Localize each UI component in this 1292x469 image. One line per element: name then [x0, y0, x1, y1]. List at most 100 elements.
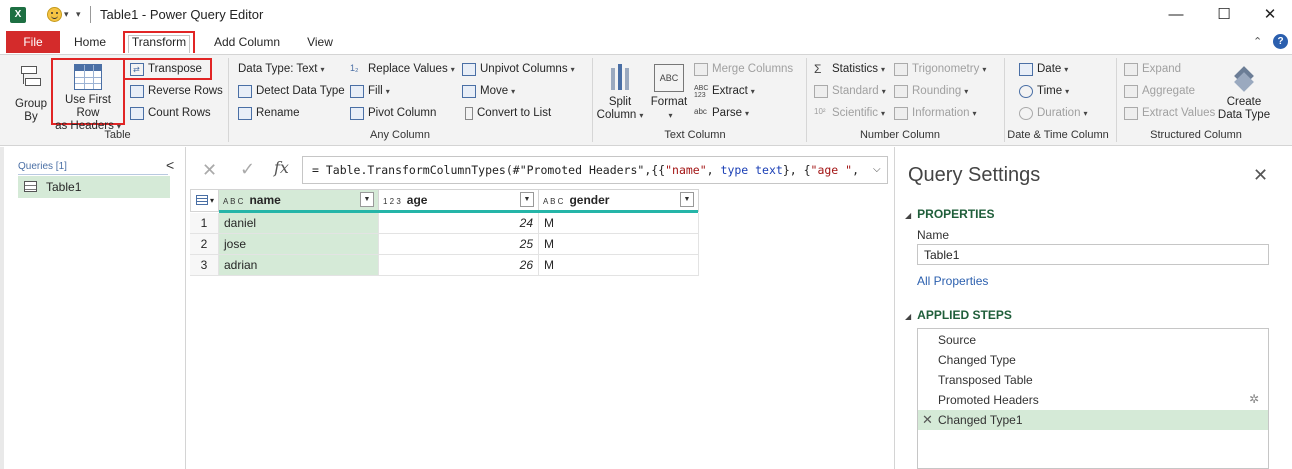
split-column-icon [609, 64, 631, 92]
time-button[interactable]: Time ▾ [1019, 82, 1069, 100]
collapse-ribbon-icon[interactable]: ⌃ [1253, 35, 1262, 48]
cell-age[interactable]: 24 [379, 213, 539, 234]
text-type-icon: A B C [223, 197, 244, 206]
parse-button[interactable]: abc Parse ▾ [694, 104, 749, 122]
tab-home[interactable]: Home [64, 31, 116, 53]
standard-button[interactable]: Standard ▾ [814, 82, 886, 100]
row-number[interactable]: 2 [190, 234, 219, 255]
window-title: Table1 - Power Query Editor [100, 7, 264, 22]
scientific-button[interactable]: 10² Scientific ▾ [814, 104, 885, 122]
expand-button[interactable]: Expand [1124, 60, 1181, 78]
trigonometry-icon [894, 62, 908, 76]
merge-columns-icon [694, 62, 708, 76]
table-menu-caret-icon: ▾ [210, 196, 215, 205]
detect-data-type-button[interactable]: Detect Data Type [238, 82, 345, 100]
expand-formula-icon[interactable]: ⌵ [873, 164, 881, 175]
quick-access-customize-icon[interactable]: ▾ [76, 9, 81, 20]
trigonometry-button[interactable]: Trigonometry ▾ [894, 60, 986, 78]
pivot-column-button[interactable]: Pivot Column [350, 104, 436, 122]
rename-button[interactable]: Rename [238, 104, 299, 122]
column-header-gender[interactable]: A B Cgender [538, 189, 699, 212]
fill-button[interactable]: Fill ▾ [350, 82, 390, 100]
commit-formula-icon[interactable]: ✓ [240, 159, 255, 180]
extract-values-button[interactable]: Extract Values [1124, 104, 1215, 122]
extract-button[interactable]: ABC 123 Extract ▾ [694, 82, 755, 100]
cell-gender[interactable]: M [539, 234, 699, 255]
sigma-icon: Σ [814, 61, 822, 76]
step-changed-type[interactable]: Changed Type [918, 350, 1268, 370]
format-icon: ABC [654, 64, 684, 92]
column-header-name[interactable]: A B Cname [218, 189, 379, 212]
format-label-1: Format [650, 96, 688, 108]
fx-icon[interactable]: fx [274, 158, 289, 177]
collapse-queries-icon[interactable]: < [166, 157, 174, 173]
group-by-button[interactable]: Group By [12, 64, 50, 124]
all-properties-link[interactable]: All Properties [917, 274, 988, 288]
format-button[interactable]: ABC Format ▾ [648, 64, 690, 122]
query-name-input[interactable]: Table1 [917, 244, 1269, 265]
cancel-formula-icon[interactable]: ✕ [202, 160, 217, 181]
stopwatch-icon [1019, 106, 1033, 120]
step-changed-type1[interactable]: Changed Type1 [918, 410, 1268, 430]
convert-to-list-button[interactable]: Convert to List [462, 104, 551, 122]
group-separator [228, 58, 229, 142]
transpose-button[interactable]: ⇄ Transpose [130, 60, 202, 78]
delete-step-icon[interactable]: ✕ [922, 412, 933, 428]
cell-age[interactable]: 25 [379, 234, 539, 255]
split-column-button[interactable]: Split Column ▾ [596, 64, 644, 122]
replace-values-button[interactable]: 1₂ Replace Values ▾ [350, 60, 455, 78]
reverse-rows-button[interactable]: Reverse Rows [130, 82, 223, 100]
aggregate-button[interactable]: Aggregate [1124, 82, 1195, 100]
table-group-label: Table [104, 129, 131, 141]
step-settings-gear-icon[interactable]: ✲ [1249, 392, 1259, 406]
step-transposed-table[interactable]: Transposed Table [918, 370, 1268, 390]
row-number[interactable]: 1 [190, 213, 219, 234]
title-separator [90, 6, 91, 23]
query-item-table1[interactable] [18, 176, 170, 198]
row-number[interactable]: 3 [190, 255, 219, 276]
gender-filter-dropdown-icon[interactable]: ▼ [680, 192, 694, 207]
close-query-settings-icon[interactable]: ✕ [1253, 165, 1268, 186]
tab-view[interactable]: View [300, 31, 340, 53]
data-type-dropdown[interactable]: Data Type: Text ▾ [238, 60, 325, 78]
feedback-dropdown-icon[interactable]: ▾ [64, 9, 69, 20]
cell-gender[interactable]: M [539, 255, 699, 276]
close-window-button[interactable]: ✕ [1258, 4, 1282, 26]
cell-name[interactable]: jose [219, 234, 379, 255]
name-filter-dropdown-icon[interactable]: ▼ [360, 192, 374, 207]
date-button[interactable]: Date ▾ [1019, 60, 1068, 78]
information-button[interactable]: Information ▾ [894, 104, 977, 122]
tab-file[interactable]: File [6, 31, 60, 53]
column-header-age[interactable]: 1 2 3 age [378, 189, 539, 212]
tab-add-column[interactable]: Add Column [208, 31, 286, 53]
cell-age[interactable]: 26 [379, 255, 539, 276]
unpivot-columns-button[interactable]: Unpivot Columns ▾ [462, 60, 575, 78]
applied-steps-section-header[interactable]: ◢ APPLIED STEPS [905, 308, 1012, 322]
extract-abc123-icon: ABC 123 [694, 84, 709, 99]
count-rows-icon [130, 106, 144, 120]
help-icon[interactable]: ? [1273, 34, 1288, 49]
cell-name[interactable]: daniel [219, 213, 379, 234]
duration-button[interactable]: Duration ▾ [1019, 104, 1087, 122]
format-label-2: ▾ [668, 111, 673, 120]
minimize-button[interactable]: — [1164, 4, 1188, 26]
rounding-button[interactable]: Rounding ▾ [894, 82, 968, 100]
create-data-type-button[interactable]: Create Data Type [1216, 64, 1272, 122]
cell-name[interactable]: adrian [219, 255, 379, 276]
use-first-row-as-headers-button[interactable]: Use First Row as Headers ▾ [51, 58, 125, 132]
count-rows-button[interactable]: Count Rows [130, 104, 211, 122]
step-promoted-headers[interactable]: Promoted Headers [918, 390, 1268, 410]
age-filter-dropdown-icon[interactable]: ▼ [520, 192, 534, 207]
merge-columns-button[interactable]: Merge Columns [694, 60, 793, 78]
properties-section-header[interactable]: ◢ PROPERTIES [905, 207, 995, 221]
maximize-button[interactable]: ☐ [1212, 4, 1236, 26]
cell-gender[interactable]: M [539, 213, 699, 234]
statistics-button[interactable]: Σ Statistics ▾ [814, 60, 885, 78]
table-menu-button[interactable]: ▾ [190, 189, 219, 212]
expand-icon [1124, 62, 1138, 76]
tab-transform[interactable]: Transform [123, 31, 195, 53]
feedback-smiley-icon[interactable] [47, 7, 62, 22]
move-button[interactable]: Move ▾ [462, 82, 515, 100]
group-by-icon [19, 64, 43, 94]
step-source[interactable]: Source [918, 330, 1268, 350]
